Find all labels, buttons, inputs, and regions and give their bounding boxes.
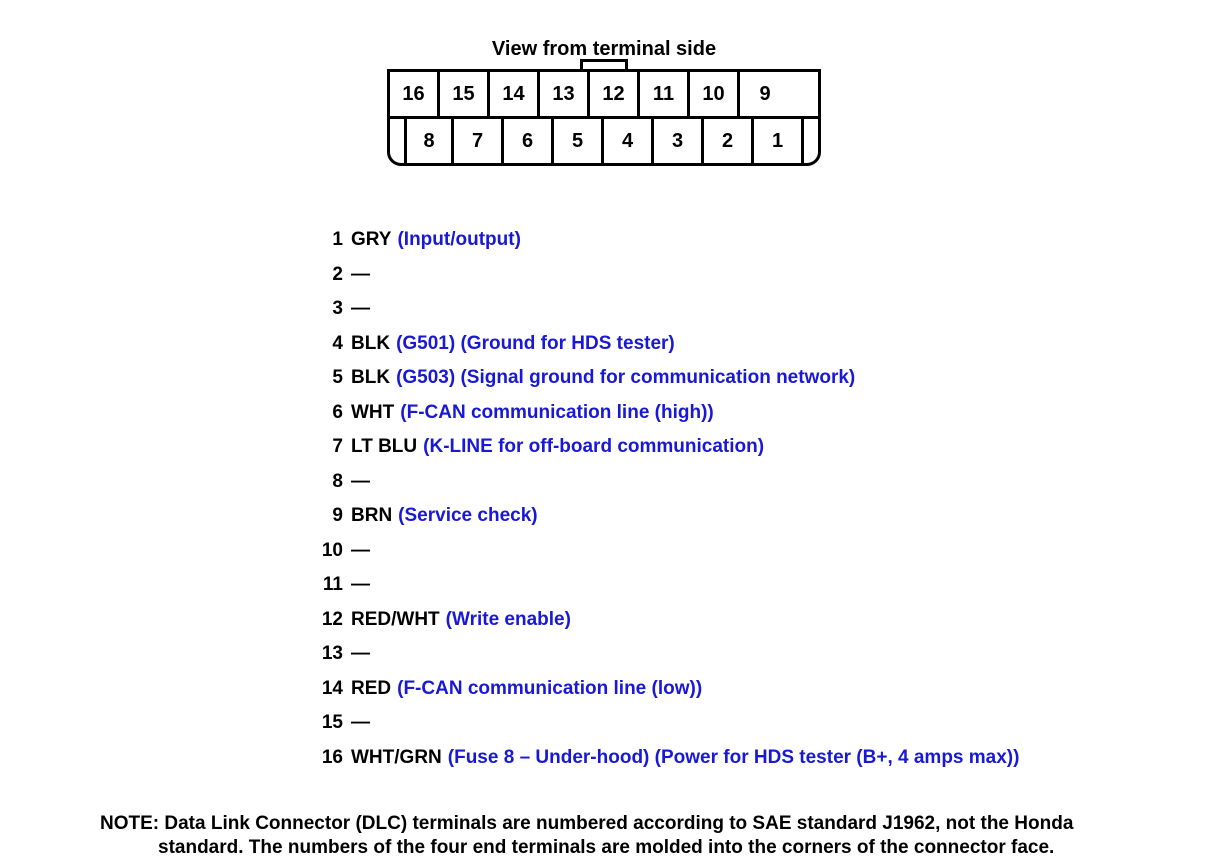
pin-row: 6 WHT(F-CAN communication line (high)) (313, 399, 1128, 428)
connector-bottom-row: 8 7 6 5 4 3 2 1 (390, 119, 818, 163)
pin-cell: 14 (490, 72, 540, 116)
pin-cell: 4 (604, 119, 654, 163)
pin-row: 14 RED(F-CAN communication line (low)) (313, 675, 1128, 704)
pin-empty-dash: — (351, 295, 370, 324)
connector-top-row: 16 15 14 13 12 11 10 9 (390, 72, 818, 119)
note-text-1: Data Link Connector (DLC) terminals are … (164, 813, 1073, 834)
pin-cell: 7 (454, 119, 504, 163)
pin-row: 7 LT BLU(K-LINE for off-board communicati… (313, 433, 1128, 462)
pin-empty-dash: — (351, 537, 370, 566)
pin-cell: 3 (654, 119, 704, 163)
connector-tab (580, 59, 628, 69)
pin-cell: 10 (690, 72, 740, 116)
pin-number: 11 (313, 571, 343, 600)
pin-wire-color: RED (351, 675, 391, 704)
pin-description: (K-LINE for off-board communication) (423, 433, 764, 462)
pin-row: 12 RED/WHT(Write enable) (313, 606, 1128, 635)
pin-number: 3 (313, 295, 343, 324)
pin-number: 13 (313, 640, 343, 669)
pin-empty-dash: — (351, 640, 370, 669)
connector-diagram: 16 15 14 13 12 11 10 9 8 7 6 5 4 3 2 1 (0, 69, 1208, 166)
pin-description: (Write enable) (446, 606, 571, 635)
pin-number: 14 (313, 675, 343, 704)
pin-row: 3— (313, 295, 1128, 324)
pin-number: 15 (313, 709, 343, 738)
pin-description: (F-CAN communication line (high)) (400, 399, 713, 428)
pin-description: (F-CAN communication line (low)) (397, 675, 702, 704)
pin-cell: 5 (554, 119, 604, 163)
pin-description: (Fuse 8 – Under-hood) (Power for HDS tes… (448, 744, 1020, 773)
note-text-2: standard. The numbers of the four end te… (158, 836, 1148, 860)
pin-description: (G503) (Signal ground for communication … (396, 364, 855, 393)
pin-cell: 9 (740, 72, 790, 116)
note-block: NOTE: Data Link Connector (DLC) terminal… (100, 812, 1148, 860)
pin-wire-color: LT BLU (351, 433, 417, 462)
pin-cell: 13 (540, 72, 590, 116)
pin-wire-color: GRY (351, 226, 391, 255)
pin-cell: 16 (390, 72, 440, 116)
pin-description: (Service check) (398, 502, 537, 531)
pin-wire-color: RED/WHT (351, 606, 440, 635)
pin-wire-color: BRN (351, 502, 392, 531)
pin-row: 1 GRY(Input/output) (313, 226, 1128, 255)
pin-description: (Input/output) (397, 226, 520, 255)
pin-cell: 15 (440, 72, 490, 116)
pin-cell: 11 (640, 72, 690, 116)
pin-description: (G501) (Ground for HDS tester) (396, 330, 675, 359)
pin-row: 4 BLK(G501) (Ground for HDS tester) (313, 330, 1128, 359)
pin-row: 13 — (313, 640, 1128, 669)
pin-empty-dash: — (351, 261, 370, 290)
pin-wire-color: BLK (351, 364, 390, 393)
pin-wire-color: WHT/GRN (351, 744, 442, 773)
pin-row: 10 — (313, 537, 1128, 566)
pin-row: 5 BLK(G503) (Signal ground for communicat… (313, 364, 1128, 393)
pin-number: 6 (313, 399, 343, 428)
pin-cell: 6 (504, 119, 554, 163)
pin-empty-dash: — (351, 709, 370, 738)
pin-number: 12 (313, 606, 343, 635)
pin-row: 16 WHT/GRN(Fuse 8 – Under-hood) (Power fo… (313, 744, 1128, 773)
pin-number: 7 (313, 433, 343, 462)
pin-number: 16 (313, 744, 343, 773)
pin-wire-color: BLK (351, 330, 390, 359)
pin-empty-dash: — (351, 571, 370, 600)
pin-number: 1 (313, 226, 343, 255)
pin-row: 2— (313, 261, 1128, 290)
pin-row: 8— (313, 468, 1128, 497)
pin-row: 15 — (313, 709, 1128, 738)
pin-number: 4 (313, 330, 343, 359)
pin-cell: 12 (590, 72, 640, 116)
pin-empty-dash: — (351, 468, 370, 497)
pin-number: 10 (313, 537, 343, 566)
pin-cell: 2 (704, 119, 754, 163)
pin-number: 5 (313, 364, 343, 393)
pin-number: 2 (313, 261, 343, 290)
pin-row: 9 BRN(Service check) (313, 502, 1128, 531)
pin-cell: 8 (404, 119, 454, 163)
pin-cell: 1 (754, 119, 804, 163)
pin-number: 9 (313, 502, 343, 531)
pin-definitions: 1GRY(Input/output)2—3—4BLK(G501) (Ground… (313, 226, 1128, 772)
note-label: NOTE: (100, 813, 159, 834)
pin-number: 8 (313, 468, 343, 497)
diagram-title: View from terminal side (0, 38, 1208, 61)
pin-wire-color: WHT (351, 399, 394, 428)
pin-row: 11 — (313, 571, 1128, 600)
